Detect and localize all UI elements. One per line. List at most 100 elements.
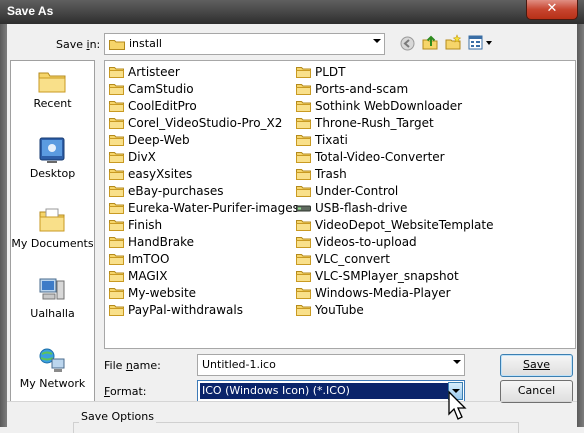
folder-icon xyxy=(296,169,311,180)
file-list-item-label: eBay-purchases xyxy=(128,184,224,198)
file-list-item-label: VLC-SMPlayer_snapshot xyxy=(315,269,459,283)
view-menu-button[interactable] xyxy=(468,35,494,51)
file-list-item-label: Sothink WebDownloader xyxy=(315,99,463,113)
window-frame-left xyxy=(0,24,7,427)
computer-icon xyxy=(39,278,65,300)
chevron-down-icon xyxy=(373,39,381,43)
folder-icon xyxy=(109,186,124,197)
file-list-item-label: Artisteer xyxy=(128,65,180,79)
places-item-my-documents[interactable]: My Documents xyxy=(11,203,94,267)
file-list-item-label: PLDT xyxy=(315,65,346,79)
file-list-item-label: Under-Control xyxy=(315,184,399,198)
file-list-item-label: Trash xyxy=(315,167,347,181)
title-bar: Save As ✕ xyxy=(0,0,584,24)
close-icon: ✕ xyxy=(546,1,558,16)
my-documents-icon xyxy=(39,208,65,232)
places-label: Desktop xyxy=(29,167,76,180)
file-name-label: File name: xyxy=(104,359,161,372)
folder-icon xyxy=(109,152,124,163)
desktop-icon xyxy=(39,137,65,163)
file-list-item-label: VLC_convert xyxy=(315,252,390,266)
file-list-item-label: YouTube xyxy=(315,303,364,317)
folder-icon xyxy=(296,220,311,231)
close-button[interactable]: ✕ xyxy=(526,0,578,20)
places-bar: Recent Desktop My Documents Ualhalla My … xyxy=(10,60,95,402)
file-list-item-label: PayPal-withdrawals xyxy=(128,303,243,317)
folder-icon xyxy=(109,237,124,248)
new-folder-icon[interactable] xyxy=(445,34,462,51)
file-list: Artisteer CamStudio CoolEditPro Corel_Video… xyxy=(104,60,576,349)
file-list-item-label: USB-flash-drive xyxy=(315,201,408,215)
folder-icon xyxy=(296,84,311,95)
file-list-item-label: Finish xyxy=(128,218,163,232)
file-list-item-label: Corel_VideoStudio-Pro_X2 xyxy=(128,116,283,130)
file-list-item-label: HandBrake xyxy=(128,235,195,249)
folder-icon xyxy=(109,271,124,282)
network-icon xyxy=(39,348,65,372)
file-list-item-label: Videos-to-upload xyxy=(315,235,417,249)
window-frame-right xyxy=(577,24,584,427)
folder-icon xyxy=(296,118,311,129)
cancel-button[interactable]: Cancel xyxy=(500,380,573,403)
file-list-item-label: Total-Video-Converter xyxy=(315,150,445,164)
format-dropdown[interactable]: ICO (Windows Icon) (*.ICO) xyxy=(197,380,465,402)
folder-icon xyxy=(109,101,124,112)
folder-icon xyxy=(296,101,311,112)
view-menu-icon xyxy=(468,35,492,50)
file-name-field[interactable]: Untitled-1.ico xyxy=(197,354,465,376)
chevron-down-icon xyxy=(453,360,461,364)
save-button[interactable]: Save xyxy=(500,354,573,377)
save-in-label: Save in: xyxy=(56,38,101,51)
file-list-item-label: Deep-Web xyxy=(128,133,190,147)
file-list-item-label: easyXsites xyxy=(128,167,193,181)
file-list-item-label: Tixati xyxy=(315,133,348,147)
file-list-item-label: CoolEditPro xyxy=(128,99,197,113)
file-list-item-label: Ports-and-scam xyxy=(315,82,409,96)
folder-icon xyxy=(296,288,311,299)
back-icon[interactable] xyxy=(400,36,415,51)
folder-icon xyxy=(296,237,311,248)
folder-icon xyxy=(296,186,311,197)
places-item-recent[interactable]: Recent xyxy=(11,63,94,127)
folder-icon xyxy=(296,67,311,78)
folder-icon xyxy=(296,271,311,282)
folder-icon xyxy=(109,84,124,95)
places-label: Recent xyxy=(33,97,72,110)
places-label: My Network xyxy=(19,377,86,390)
folder-icon xyxy=(296,305,311,316)
file-list-item-label: Windows-Media-Player xyxy=(315,286,451,300)
file-list-item-label: DivX xyxy=(128,150,156,164)
dialog-body: Save in: install Recent Desktop My Docum… xyxy=(7,24,577,433)
divider xyxy=(7,401,577,402)
save-in-value: install xyxy=(129,37,162,50)
folder-icon xyxy=(296,254,311,265)
mouse-cursor-icon xyxy=(448,390,467,420)
folder-icon xyxy=(109,135,124,146)
places-label: Ualhalla xyxy=(30,307,75,320)
up-folder-icon[interactable] xyxy=(422,34,439,51)
window-title: Save As xyxy=(7,4,54,18)
save-in-dropdown[interactable]: install xyxy=(104,33,385,55)
save-options-label: Save Options xyxy=(79,410,156,423)
usb-drive-icon xyxy=(296,205,311,212)
recent-places-icon xyxy=(38,72,66,93)
places-item-computer[interactable]: Ualhalla xyxy=(11,273,94,337)
file-list-item-label: CamStudio xyxy=(128,82,194,96)
folder-icon xyxy=(109,67,124,78)
folder-icon xyxy=(109,203,124,214)
file-list-item-label: Throne-Rush_Target xyxy=(315,116,434,130)
file-list-item-label: MAGIX xyxy=(128,269,168,283)
format-label: Format: xyxy=(104,385,147,398)
folder-icon xyxy=(109,254,124,265)
file-list-item-label: My-website xyxy=(128,286,197,300)
folder-icon xyxy=(109,288,124,299)
places-item-network[interactable]: My Network xyxy=(11,343,94,407)
places-item-desktop[interactable]: Desktop xyxy=(11,133,94,197)
file-list-item-label: ImTOO xyxy=(128,252,170,266)
file-name-value: Untitled-1.ico xyxy=(202,358,276,371)
folder-icon xyxy=(109,118,124,129)
file-list-item-label: VideoDepot_WebsiteTemplate xyxy=(315,218,494,232)
file-list-item-label: Eureka-Water-Purifer-images xyxy=(128,201,299,215)
folder-icon xyxy=(109,169,124,180)
folder-icon xyxy=(109,305,124,316)
